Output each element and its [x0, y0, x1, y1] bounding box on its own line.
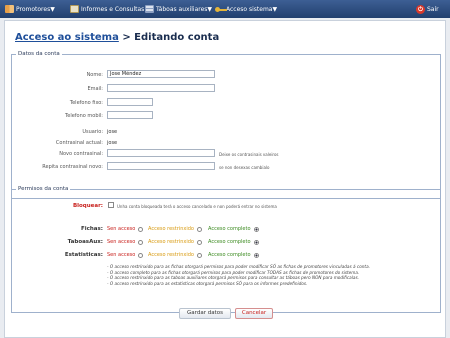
- power-icon: ⏻: [416, 4, 425, 14]
- estatisticas-full-option[interactable]: Acceso completo: [208, 252, 259, 258]
- phone-field[interactable]: [107, 98, 153, 106]
- breadcrumb-link[interactable]: Acceso ao sistema: [15, 32, 119, 43]
- new-password-hint: Deixe os contrasinais valeiros: [219, 152, 279, 157]
- radio-icon[interactable]: [196, 226, 202, 232]
- estatisticas-restricted-option[interactable]: Acceso restrinxido: [148, 252, 202, 258]
- user-label: Usuario:: [82, 129, 103, 135]
- radio-icon[interactable]: [138, 239, 144, 245]
- radio-icon[interactable]: [196, 239, 202, 245]
- name-label: Nome:: [86, 72, 103, 78]
- radio-icon[interactable]: [196, 252, 202, 258]
- option-label: Acceso completo: [208, 252, 251, 258]
- email-label: Email:: [87, 86, 103, 92]
- menu-taboas[interactable]: Táboas auxiliares▼: [145, 0, 212, 18]
- repeat-password-field[interactable]: [107, 162, 215, 170]
- perm-label-estatisticas: Estatisticas:: [64, 252, 103, 258]
- fichas-full-option[interactable]: Acceso completo: [208, 226, 259, 232]
- email-field[interactable]: [107, 84, 215, 92]
- option-label: Acceso completo: [208, 239, 251, 245]
- page-title-text: > Editando conta: [118, 32, 220, 43]
- current-password-label: Contrasinal actual:: [55, 140, 103, 146]
- repeat-password-hint: se non desexas cambialo: [219, 165, 270, 170]
- taboas-full-option[interactable]: Acceso completo: [208, 239, 259, 245]
- taboas-restricted-option[interactable]: Acceso restrinxido: [148, 239, 202, 245]
- perm-label-taboas: TaboasAux:: [67, 239, 103, 245]
- option-label: Sen acceso: [107, 226, 136, 232]
- permissions-legend: Permisos da conta: [18, 186, 69, 192]
- option-label: Sen acceso: [107, 239, 136, 245]
- cancel-button[interactable]: Cancelar: [235, 308, 273, 319]
- radio-icon[interactable]: [138, 226, 144, 232]
- option-label: Acceso restrinxido: [148, 226, 194, 232]
- radio-icon[interactable]: [253, 239, 259, 245]
- option-label: Acceso restrinxido: [148, 239, 194, 245]
- new-password-field[interactable]: [107, 149, 215, 157]
- new-password-label: Novo contrasinal:: [59, 151, 103, 157]
- phone-label: Telefono fixo:: [69, 100, 103, 106]
- page-title: Acceso ao sistema > Editando conta: [15, 32, 219, 43]
- exit-button[interactable]: ⏻ Saír: [416, 0, 439, 18]
- estatisticas-no-access-option[interactable]: Sen acceso: [107, 252, 144, 258]
- current-password-value: jose: [107, 140, 118, 146]
- mobile-label: Telefono mobil:: [65, 113, 103, 119]
- menu-label: Informes e Consultas: [81, 5, 145, 13]
- radio-icon[interactable]: [253, 252, 259, 258]
- menu-label: Táboas auxiliares▼: [156, 5, 213, 13]
- block-checkbox[interactable]: [108, 202, 114, 208]
- name-field[interactable]: Jose Méndez: [107, 70, 215, 78]
- book-icon: [70, 5, 79, 13]
- repeat-password-label: Repita contrasinal novo:: [42, 164, 103, 170]
- radio-icon[interactable]: [253, 226, 259, 232]
- exit-label: Saír: [427, 5, 439, 13]
- account-legend: Datos da conta: [18, 51, 60, 57]
- mobile-field[interactable]: [107, 111, 153, 119]
- save-button[interactable]: Gardar datos: [179, 308, 231, 319]
- perm-label-fichas: Fichas:: [80, 226, 103, 232]
- menu-promotores[interactable]: Promotores▼: [5, 0, 55, 18]
- fichas-no-access-option[interactable]: Sen acceso: [107, 226, 144, 232]
- menu-acceso[interactable]: Acceso sistema▼: [215, 0, 277, 18]
- table-icon: [145, 5, 154, 13]
- option-label: Acceso completo: [208, 226, 251, 232]
- top-menu-bar: Promotores▼ Informes e Consultas Táboas …: [0, 0, 450, 18]
- option-label: Acceso restrinxido: [148, 252, 194, 258]
- block-description: Unha conta bloqueada terá o acceso cance…: [117, 204, 277, 209]
- option-label: Sen acceso: [107, 252, 136, 258]
- menu-label: Acceso sistema▼: [226, 5, 278, 13]
- fichas-restricted-option[interactable]: Acceso restrinxido: [148, 226, 202, 232]
- block-label: Bloquear:: [72, 203, 103, 209]
- radio-icon[interactable]: [138, 252, 144, 258]
- main-content: Acceso ao sistema > Editando conta Datos…: [4, 20, 446, 338]
- permission-note: - O acceso restrinxido para as estatisti…: [107, 280, 308, 286]
- people-icon: [5, 5, 14, 13]
- taboas-no-access-option[interactable]: Sen acceso: [107, 239, 144, 245]
- menu-label: Promotores▼: [16, 5, 55, 13]
- menu-informes[interactable]: Informes e Consultas: [70, 0, 144, 18]
- key-icon: [215, 5, 227, 13]
- user-value: jose: [107, 129, 118, 135]
